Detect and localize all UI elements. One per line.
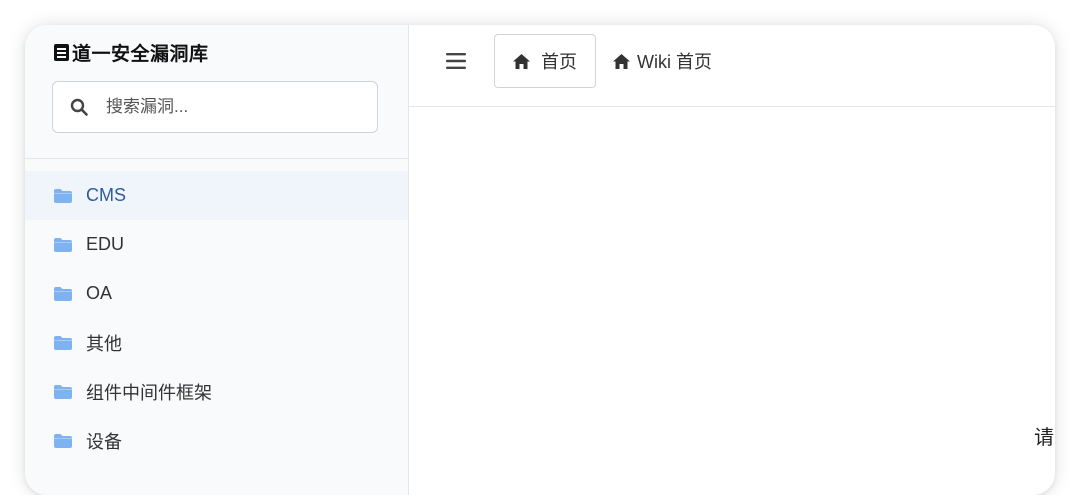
hamburger-menu-icon[interactable] xyxy=(445,51,467,71)
folder-icon xyxy=(54,237,72,252)
sidebar-item-label: 组件中间件框架 xyxy=(86,382,212,403)
home-icon xyxy=(613,53,630,69)
search-icon xyxy=(70,98,88,116)
topbar: 首页 Wiki 首页 xyxy=(409,25,1055,107)
wiki-home-label: Wiki 首页 xyxy=(637,52,712,72)
sidebar-item-label: 其他 xyxy=(86,333,122,354)
sidebar-item-edu[interactable]: EDU xyxy=(25,220,408,269)
sidebar-item-devices[interactable]: 设备 xyxy=(25,416,408,465)
folder-icon xyxy=(54,188,72,203)
sidebar-item-label: CMS xyxy=(86,185,126,205)
sidebar-item-oa[interactable]: OA xyxy=(25,269,408,318)
search-box[interactable] xyxy=(52,81,378,133)
sidebar-item-label: EDU xyxy=(86,234,125,254)
edge-text: 请 xyxy=(1034,427,1054,449)
folder-icon xyxy=(54,335,72,350)
book-icon xyxy=(54,44,69,61)
tab-home[interactable]: 首页 xyxy=(494,34,596,88)
app-window: 道一安全漏洞库 CMS EDU xyxy=(25,25,1055,495)
tab-home-label: 首页 xyxy=(541,52,577,72)
sidebar-item-components[interactable]: 组件中间件框架 xyxy=(25,367,408,416)
folder-icon xyxy=(54,433,72,448)
folder-icon xyxy=(54,384,72,399)
sidebar-item-label: 设备 xyxy=(86,431,122,452)
brand[interactable]: 道一安全漏洞库 xyxy=(53,39,209,66)
sidebar-item-cms[interactable]: CMS xyxy=(25,171,408,220)
sidebar-item-label: OA xyxy=(86,283,113,303)
brand-title: 道一安全漏洞库 xyxy=(72,44,209,65)
sidebar-divider xyxy=(25,158,408,159)
sidebar-nav: CMS EDU OA 其他 组件中间件框架 设备 xyxy=(25,171,408,465)
home-icon xyxy=(513,53,530,69)
sidebar: 道一安全漏洞库 CMS EDU xyxy=(25,25,409,495)
sidebar-item-other[interactable]: 其他 xyxy=(25,318,408,367)
search-input[interactable] xyxy=(104,96,338,118)
wiki-home-link[interactable]: Wiki 首页 xyxy=(612,34,712,88)
folder-icon xyxy=(54,286,72,301)
